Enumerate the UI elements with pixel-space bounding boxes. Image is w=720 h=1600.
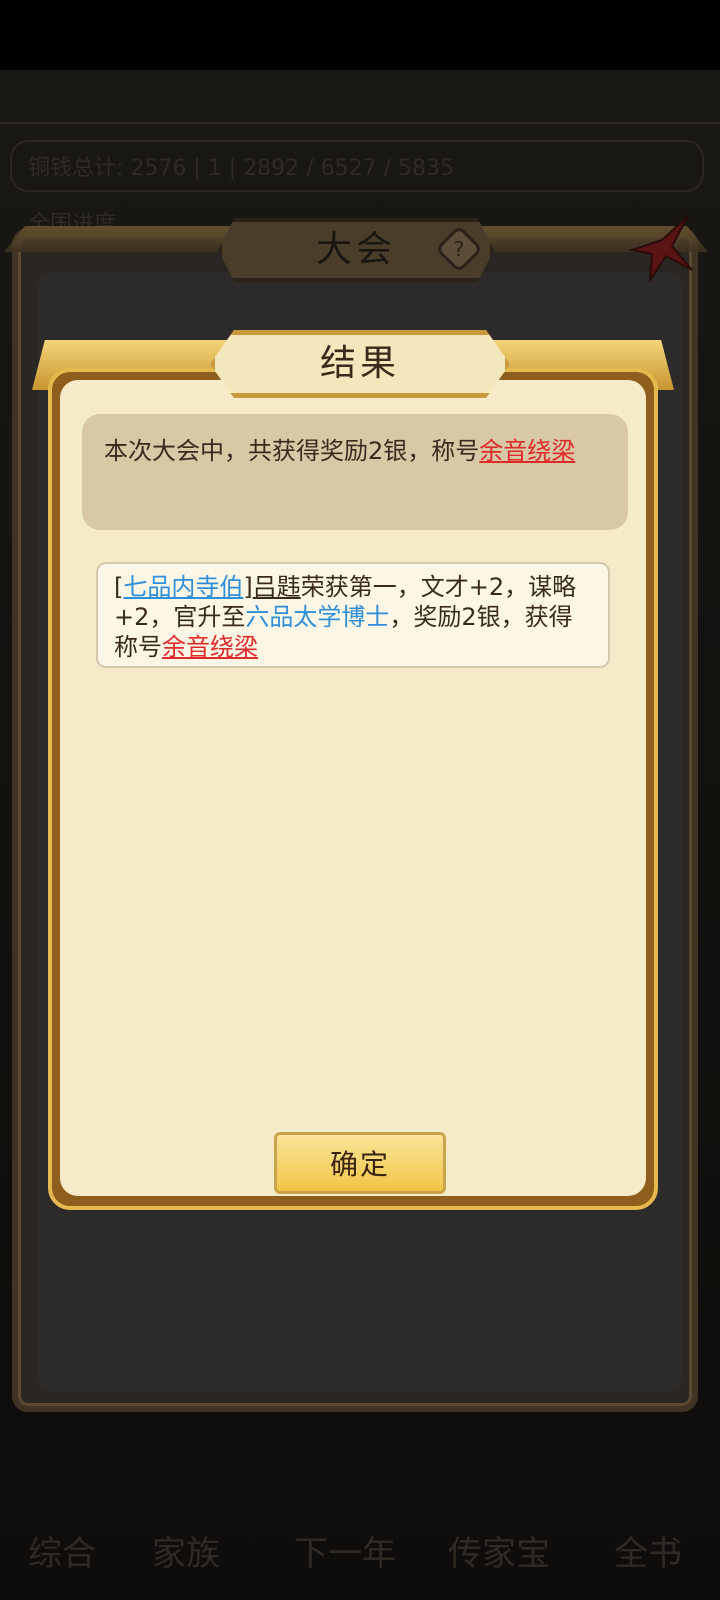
bg-nav-5: 全书: [614, 1534, 682, 1574]
bg-nav-2: 家族: [152, 1534, 220, 1574]
log-rank-link[interactable]: 七品内寺伯: [123, 573, 243, 601]
log-new-rank: 六品太学博士: [245, 603, 390, 631]
top-divider: [0, 122, 720, 124]
log-name-link[interactable]: 吕韪: [253, 573, 301, 601]
confirm-button[interactable]: 确定: [274, 1132, 446, 1194]
log-bracket-close: ]: [243, 573, 253, 601]
summary-text: 本次大会中，共获得奖励2银，称号: [104, 437, 480, 465]
bg-stats-text: 铜钱总计: 2576 | 1 | 2892 / 6527 / 5835: [28, 156, 454, 181]
status-bar: [0, 0, 720, 70]
summary-honor-link[interactable]: 余音绕梁: [479, 437, 575, 465]
bg-nav-4: 传家宝: [448, 1534, 550, 1574]
close-icon[interactable]: [622, 210, 696, 284]
summary-box: 本次大会中，共获得奖励2银，称号余音绕梁: [82, 414, 628, 530]
log-bracket-open: [: [114, 573, 124, 601]
log-honor-link[interactable]: 余音绕梁: [162, 633, 258, 661]
bg-nav-1: 综合: [28, 1534, 96, 1574]
help-glyph: ?: [453, 237, 465, 261]
bg-nav-3: 下一年: [294, 1534, 396, 1574]
result-dialog-title: 结果: [319, 343, 400, 384]
result-log-entry: [七品内寺伯]吕韪荣获第一，文才+2，谋略+2，官升至六品太学博士，奖励2银，获…: [96, 562, 610, 668]
